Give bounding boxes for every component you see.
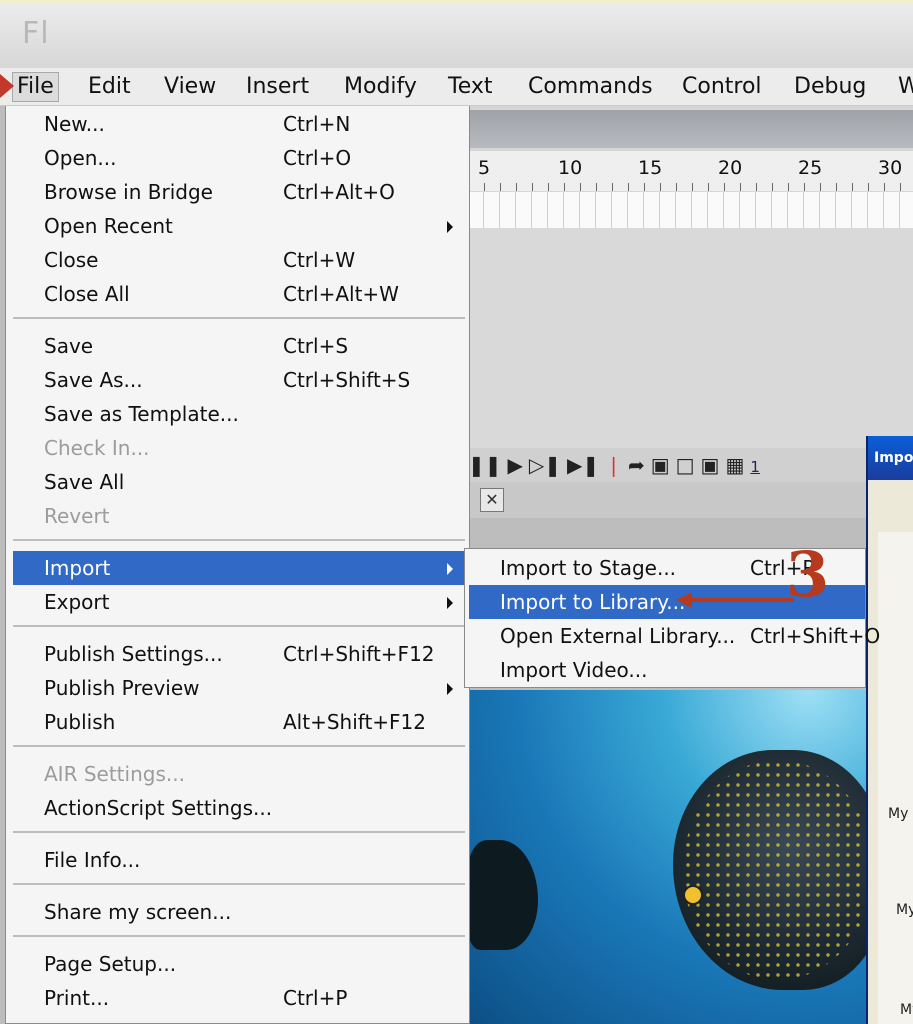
menu-separator bbox=[13, 883, 465, 885]
menu-file[interactable]: File bbox=[12, 72, 59, 102]
ruler-label: 25 bbox=[798, 157, 823, 179]
menu-item-browse-in-bridge[interactable]: Browse in Bridge Ctrl+Alt+O bbox=[13, 175, 465, 209]
play-icon[interactable]: ▶ bbox=[508, 453, 523, 477]
submenu-item-open-external-library[interactable]: Open External Library... Ctrl+Shift+O bbox=[469, 619, 880, 653]
places-label[interactable]: My bbox=[888, 806, 908, 822]
menu-separator bbox=[13, 625, 465, 627]
menu-bar: File Edit View Insert Modify Text Comman… bbox=[0, 68, 913, 106]
ruler-label: 20 bbox=[718, 157, 743, 179]
annotation-step-number: 3 bbox=[786, 538, 830, 611]
menu-view[interactable]: View bbox=[164, 73, 216, 101]
menu-item-export[interactable]: Export bbox=[13, 585, 465, 619]
onion-outline-icon[interactable]: □ bbox=[676, 453, 695, 477]
menu-item-open[interactable]: Open... Ctrl+O bbox=[13, 141, 465, 175]
places-label[interactable]: My bbox=[896, 902, 913, 918]
menu-window[interactable]: W bbox=[898, 73, 913, 101]
menu-item-open-recent[interactable]: Open Recent bbox=[13, 209, 465, 243]
onion-markers-icon[interactable]: ▦ bbox=[725, 453, 744, 477]
menu-item-publish[interactable]: Publish Alt+Shift+F12 bbox=[13, 705, 465, 739]
menu-separator bbox=[13, 831, 465, 833]
pointer-arrow-icon bbox=[0, 74, 14, 98]
menu-separator bbox=[13, 745, 465, 747]
submenu-arrow-icon bbox=[447, 597, 453, 609]
menu-separator bbox=[13, 539, 465, 541]
angelfish-graphic bbox=[673, 750, 868, 990]
menu-item-revert: Revert bbox=[44, 504, 110, 528]
menu-separator bbox=[13, 935, 465, 937]
playback-controls: ❚❚ ▶ ▷❚ ▶❚ ❘ ➦ ▣ □ ▣ ▦ 1 bbox=[468, 448, 868, 482]
dialog-title: Import bbox=[868, 436, 913, 480]
ruler-label: 5 bbox=[478, 157, 491, 179]
file-menu: New... Ctrl+N Open... Ctrl+O Browse in Bri… bbox=[5, 106, 470, 1024]
loop-icon[interactable]: ➦ bbox=[628, 453, 645, 477]
onion-skin-icon[interactable]: ▣ bbox=[651, 453, 670, 477]
ruler-ticks bbox=[468, 183, 913, 191]
menu-commands[interactable]: Commands bbox=[528, 73, 653, 101]
menu-edit[interactable]: Edit bbox=[88, 73, 131, 101]
timeline-body bbox=[468, 228, 913, 451]
menu-item-page-setup[interactable]: Page Setup... bbox=[13, 947, 465, 981]
pause-icon[interactable]: ❚❚ bbox=[468, 453, 502, 477]
menu-item-check-in: Check In... bbox=[44, 436, 150, 460]
edit-multiple-icon[interactable]: ▣ bbox=[701, 453, 720, 477]
menu-modify[interactable]: Modify bbox=[344, 73, 417, 101]
small-fish-graphic bbox=[468, 840, 538, 950]
menu-item-print[interactable]: Print... Ctrl+P bbox=[13, 981, 465, 1015]
menu-item-air-settings: AIR Settings... bbox=[44, 762, 185, 786]
menu-separator bbox=[13, 317, 465, 319]
menu-item-share-my-screen[interactable]: Share my screen... bbox=[13, 895, 465, 929]
flash-logo: Fl bbox=[22, 16, 50, 51]
timeline-frames[interactable] bbox=[468, 192, 913, 228]
ruler-label: 15 bbox=[638, 157, 663, 179]
playhead-icon[interactable]: ❘ bbox=[605, 453, 622, 477]
menu-item-save-as[interactable]: Save As... Ctrl+Shift+S bbox=[13, 363, 465, 397]
dialog-places-bar bbox=[878, 532, 913, 1024]
menu-debug[interactable]: Debug bbox=[794, 73, 866, 101]
menu-item-save-all[interactable]: Save All bbox=[13, 465, 465, 499]
annotation-arrow-icon bbox=[676, 592, 794, 608]
menu-item-close-all[interactable]: Close All Ctrl+Alt+W bbox=[13, 277, 465, 311]
timeline-panel: 5 10 15 20 25 30 bbox=[468, 106, 913, 451]
last-frame-icon[interactable]: ▶❚ bbox=[567, 453, 599, 477]
menu-text[interactable]: Text bbox=[448, 73, 493, 101]
menu-item-close[interactable]: Close Ctrl+W bbox=[13, 243, 465, 277]
places-label[interactable]: My bbox=[900, 1002, 913, 1018]
close-icon[interactable]: ✕ bbox=[480, 488, 504, 512]
menu-item-publish-settings[interactable]: Publish Settings... Ctrl+Shift+F12 bbox=[13, 637, 465, 671]
step-forward-icon[interactable]: ▷❚ bbox=[529, 453, 561, 477]
menu-item-actionscript-settings[interactable]: ActionScript Settings... bbox=[13, 791, 465, 825]
menu-insert[interactable]: Insert bbox=[246, 73, 309, 101]
menu-item-publish-preview[interactable]: Publish Preview bbox=[13, 671, 465, 705]
menu-item-new[interactable]: New... Ctrl+N bbox=[13, 107, 465, 141]
menu-item-save[interactable]: Save Ctrl+S bbox=[13, 329, 465, 363]
title-bar: Fl bbox=[0, 0, 913, 68]
ruler-label: 10 bbox=[558, 157, 583, 179]
ruler-label: 30 bbox=[878, 157, 903, 179]
submenu-arrow-icon bbox=[447, 683, 453, 695]
stage-image bbox=[468, 690, 868, 1024]
submenu-arrow-icon bbox=[447, 221, 453, 233]
current-frame: 1 bbox=[750, 458, 760, 476]
menu-item-import[interactable]: Import bbox=[13, 551, 465, 585]
submenu-arrow-icon bbox=[447, 563, 453, 575]
menu-item-save-as-template[interactable]: Save as Template... bbox=[13, 397, 465, 431]
import-dialog: Import My My My bbox=[866, 436, 913, 1024]
fish-eye-graphic bbox=[683, 885, 703, 905]
menu-item-file-info[interactable]: File Info... bbox=[13, 843, 465, 877]
menu-control[interactable]: Control bbox=[682, 73, 762, 101]
timeline-header bbox=[468, 110, 913, 148]
timeline-ruler: 5 10 15 20 25 30 bbox=[468, 151, 913, 191]
document-tab-row bbox=[468, 482, 868, 518]
submenu-item-import-video[interactable]: Import Video... bbox=[469, 653, 865, 687]
